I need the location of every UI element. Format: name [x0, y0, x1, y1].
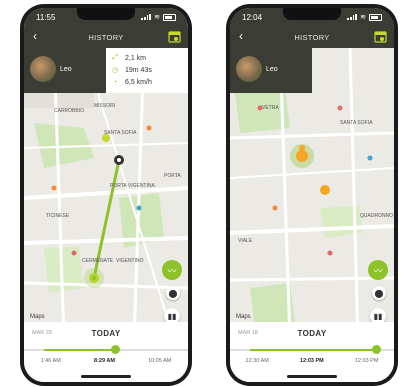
phone-right: 12:04 ≋ ‹ HISTORY VETRA SANTA SOFIA QUAD… — [226, 4, 398, 386]
map-label: MISSORI — [94, 103, 116, 109]
pin-icon: ⬤ — [168, 288, 178, 298]
layers-icon: ▮▮ — [167, 311, 177, 321]
tick-label: 8:29 AM — [94, 358, 115, 364]
battery-icon — [163, 13, 176, 21]
route-button[interactable]: 〰 — [162, 260, 182, 280]
route-icon: 〰 — [167, 265, 177, 276]
timeline-fill — [44, 349, 114, 351]
phone-left: 11:55 ≋ ‹ HISTORY CARROBBIO MISSORI SANT… — [20, 4, 192, 386]
locate-button[interactable]: ⬤ — [166, 286, 180, 300]
tick-label: 12:03 PM — [299, 358, 324, 364]
pin-icon: ⬤ — [374, 288, 384, 298]
calendar-icon[interactable] — [168, 30, 181, 43]
map-label: SANTA SOFIA — [340, 120, 373, 126]
route-button[interactable]: 〰 — [368, 260, 388, 280]
pet-name: Leo — [266, 66, 278, 73]
prev-date[interactable]: MAR 29 — [32, 330, 52, 336]
distance-value: 2,1 km — [125, 54, 147, 62]
calendar-icon[interactable] — [374, 30, 387, 43]
home-indicator — [287, 375, 337, 378]
map-label: VIALE — [238, 238, 253, 244]
avatar[interactable] — [236, 56, 262, 82]
distance-icon: ⤢ — [112, 54, 118, 61]
day-label: TODAY — [91, 328, 121, 338]
status-time: 12:04 — [242, 12, 263, 22]
locate-button[interactable]: ⬤ — [372, 286, 386, 300]
tick-label: 10:05 AM — [148, 358, 172, 364]
tick-label: 1:46 AM — [40, 358, 61, 364]
pet-info-panel: Leo — [230, 48, 312, 93]
maps-credit: Maps — [30, 314, 45, 320]
status-time: 11:55 — [36, 12, 56, 22]
signal-icon — [347, 14, 358, 20]
back-chevron-icon[interactable]: ‹ — [239, 29, 243, 43]
map-label: QUADRONNO — [360, 213, 394, 219]
timeline-fill — [250, 349, 375, 351]
nav-bar: ‹ HISTORY — [24, 26, 188, 48]
map-label: PORTA VIGENTINA — [110, 183, 155, 189]
clock-icon: ◷ — [111, 67, 119, 74]
home-indicator — [81, 375, 131, 378]
map-label: VETRA — [262, 105, 279, 111]
screen-left: 11:55 ≋ ‹ HISTORY CARROBBIO MISSORI SANT… — [24, 8, 188, 382]
prev-date[interactable]: MAR 18 — [238, 330, 258, 336]
nav-bar: ‹ HISTORY — [230, 26, 394, 48]
map-label: SANTA SOFIA — [104, 130, 137, 136]
layers-icon: ▮▮ — [373, 311, 383, 321]
day-label: TODAY — [297, 328, 327, 338]
screen-right: 12:04 ≋ ‹ HISTORY VETRA SANTA SOFIA QUAD… — [230, 8, 394, 382]
map-label: TICINESE — [46, 213, 70, 219]
timeline-panel: MAR 29 TODAY 1:46 AM 8:29 AM 10:05 AM — [24, 322, 188, 382]
map-label: CERMENATE — [82, 258, 114, 264]
page-title: HISTORY — [294, 32, 330, 42]
map-label: PORTA — [164, 173, 181, 179]
timeline-panel: MAR 18 TODAY 12:30 AM 12:03 PM 12:03 PM — [230, 322, 394, 382]
duration-value: 19m 43s — [125, 66, 152, 74]
tick-label: 12:03 PM — [354, 358, 379, 364]
speed-value: 6,5 km/h — [125, 78, 152, 86]
avatar[interactable] — [30, 56, 56, 82]
timeline-slider-knob[interactable] — [372, 345, 381, 354]
map-label: CARROBBIO — [54, 108, 85, 114]
map-label: VIGENTINO — [116, 258, 144, 264]
back-chevron-icon[interactable]: ‹ — [33, 29, 37, 43]
signal-icon — [141, 14, 152, 20]
battery-icon — [369, 13, 382, 21]
tick-label: 12:30 AM — [245, 358, 269, 364]
maps-credit: Maps — [236, 314, 251, 320]
timeline-slider-knob[interactable] — [111, 345, 120, 354]
speed-icon: ◔ — [112, 78, 118, 86]
wifi-icon: ≋ — [360, 14, 366, 21]
pet-name: Leo — [60, 66, 72, 73]
stats-panel: ⤢ 2,1 km ◷ 19m 43s ◔ 6,5 km/h — [106, 48, 188, 93]
route-icon: 〰 — [373, 265, 383, 276]
wifi-icon: ≋ — [154, 14, 160, 21]
page-title: HISTORY — [88, 32, 124, 42]
